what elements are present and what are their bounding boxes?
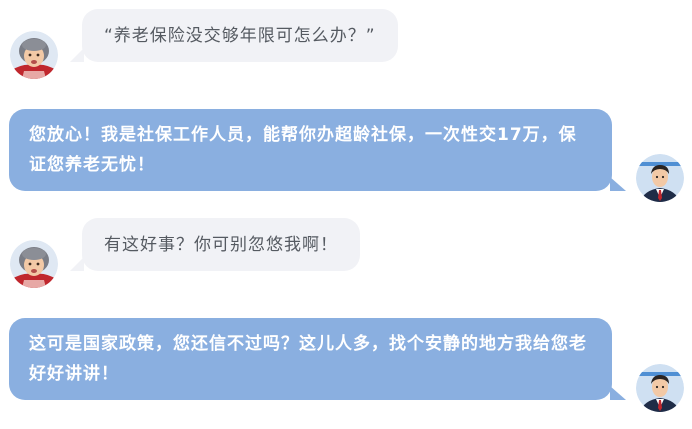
- message-text: 您放心！我是社保工作人员，能帮你办超龄社保，一次性交17万，保证您养老无忧！: [29, 125, 577, 175]
- elderly-woman-avatar-icon: [10, 240, 58, 288]
- chat-bubble-outgoing: 您放心！我是社保工作人员，能帮你办超龄社保，一次性交17万，保证您养老无忧！: [9, 109, 626, 191]
- message-text: “养老保险没交够年限可怎么办？”: [104, 26, 376, 46]
- chat-bubble-incoming: 有这好事？你可别忽悠我啊！: [70, 218, 360, 271]
- man-in-suit-avatar-icon: [636, 154, 684, 202]
- chat-bubble-incoming: “养老保险没交够年限可怎么办？”: [70, 9, 398, 62]
- chat-bubble-outgoing: 这可是国家政策，您还信不过吗？这儿人多，找个安静的地方我给您老好好讲讲！: [9, 318, 626, 400]
- message-text: 有这好事？你可别忽悠我啊！: [104, 235, 338, 255]
- message-text: 这可是国家政策，您还信不过吗？这儿人多，找个安静的地方我给您老好好讲讲！: [29, 334, 587, 384]
- elderly-woman-avatar-icon: [10, 31, 58, 79]
- man-in-suit-avatar-icon: [636, 364, 684, 412]
